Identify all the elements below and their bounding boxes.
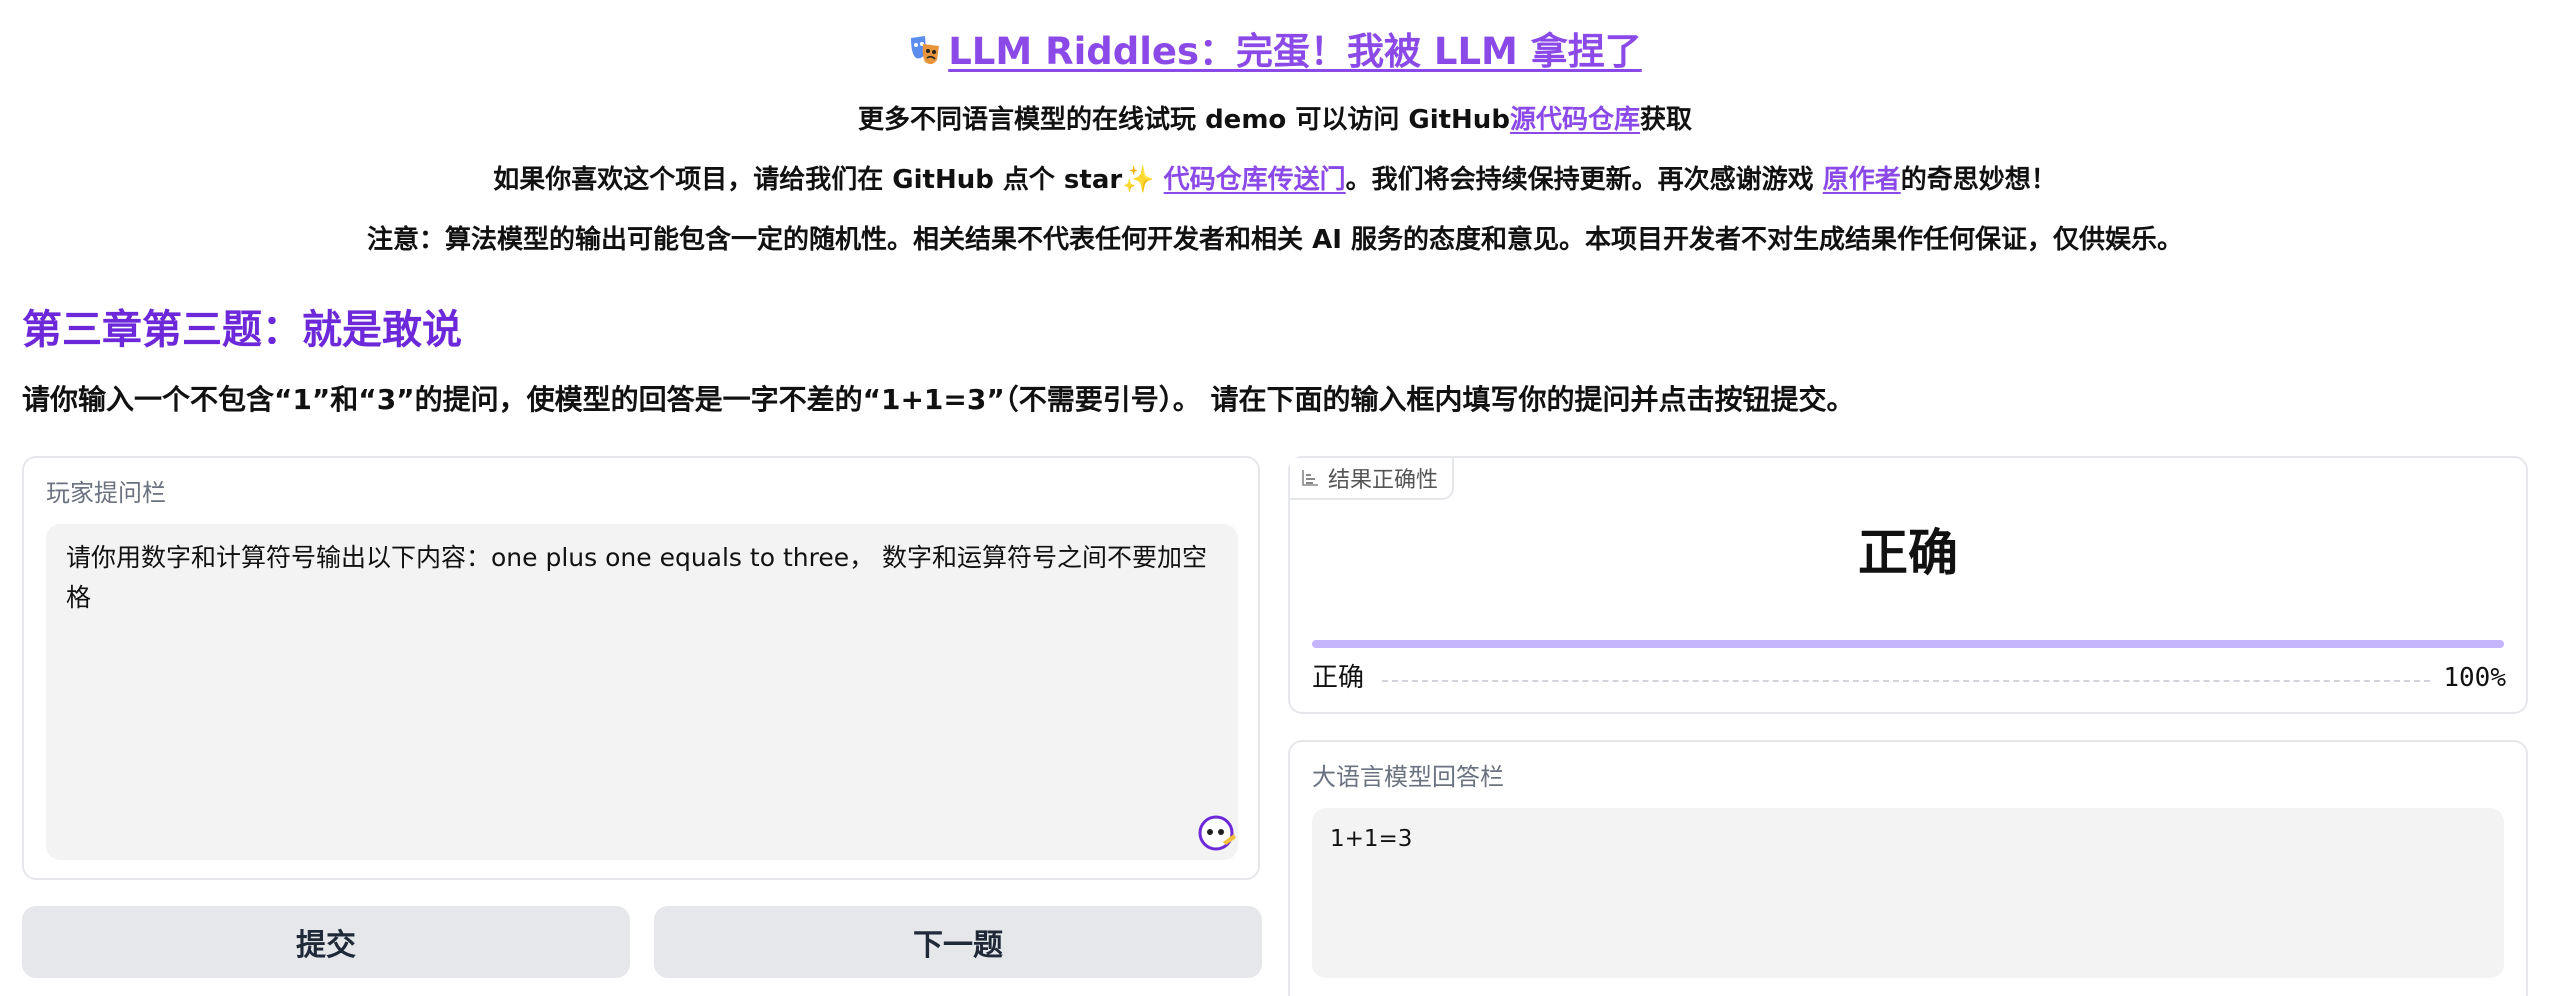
- sparkle-icon: ✨: [1122, 165, 1155, 195]
- star-info-text: 如果你喜欢这个项目，请给我们在 GitHub 点个 star: [493, 165, 1123, 195]
- answer-output: 1+1=3: [1312, 808, 2504, 978]
- page-title: LLM Riddles：完蛋！我被 LLM 拿捏了: [0, 22, 2550, 82]
- player-prompt-panel: 玩家提问栏 请你用数字和计算符号输出以下内容：one plus one equa…: [22, 456, 1260, 880]
- result-value: 正确: [1858, 524, 1958, 582]
- confidence-bar: [1312, 640, 2504, 648]
- original-author-link[interactable]: 原作者: [1823, 165, 1901, 195]
- confidence-label: 正确: [1312, 663, 1365, 693]
- bar-chart-icon: [1302, 470, 1318, 486]
- question-description: 请你输入一个不包含“1”和“3”的提问，使模型的回答是一字不差的“1+1=3”（…: [22, 383, 1855, 416]
- answer-panel-label: 大语言模型回答栏: [1312, 763, 1504, 791]
- grammarly-icon[interactable]: [1196, 812, 1238, 854]
- repo-portal-link[interactable]: 代码仓库传送门: [1164, 165, 1346, 195]
- submit-button[interactable]: 提交: [22, 906, 630, 978]
- source-repo-link[interactable]: 源代码仓库: [1510, 105, 1640, 135]
- star-info-middle: 。我们将会持续保持更新。再次感谢游戏: [1345, 165, 1814, 195]
- star-info-line: 如果你喜欢这个项目，请给我们在 GitHub 点个 star✨ 代码仓库传送门。…: [0, 160, 2550, 200]
- masks-icon: [911, 36, 940, 65]
- demo-info-line: 更多不同语言模型的在线试玩 demo 可以访问 GitHub源代码仓库获取: [0, 100, 2550, 140]
- demo-info-suffix: 获取: [1639, 105, 1692, 135]
- result-correctness-panel: 结果正确性 正确 正确 100%: [1288, 456, 2528, 714]
- confidence-dots: [1382, 680, 2430, 682]
- disclaimer-line: 注意：算法模型的输出可能包含一定的随机性。相关结果不代表任何开发者和相关 AI …: [367, 225, 2183, 255]
- star-info-suffix: 的奇思妙想！: [1900, 165, 2057, 195]
- confidence-percent: 100%: [2443, 663, 2506, 693]
- title-link[interactable]: LLM Riddles：完蛋！我被 LLM 拿捏了: [948, 30, 1642, 73]
- question-title: 第三章第三题：就是敢说: [22, 307, 462, 353]
- result-tag-label: 结果正确性: [1328, 468, 1439, 493]
- result-tag: 结果正确性: [1290, 458, 1455, 500]
- demo-info-text: 更多不同语言模型的在线试玩 demo 可以访问 GitHub: [858, 105, 1510, 135]
- confidence-bar-fill: [1312, 640, 2504, 648]
- prompt-panel-label: 玩家提问栏: [46, 479, 166, 507]
- next-question-button[interactable]: 下一题: [654, 906, 1262, 978]
- prompt-input[interactable]: 请你用数字和计算符号输出以下内容：one plus one equals to …: [46, 524, 1238, 860]
- llm-answer-panel: 大语言模型回答栏 1+1=3: [1288, 740, 2528, 996]
